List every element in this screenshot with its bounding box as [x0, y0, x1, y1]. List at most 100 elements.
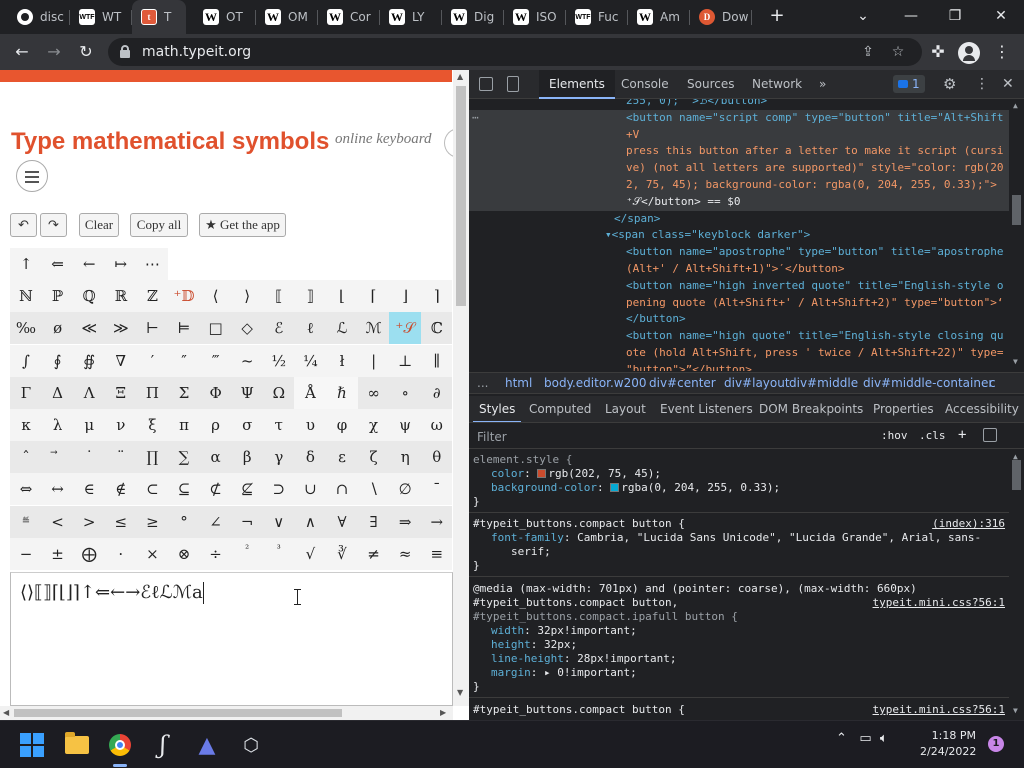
breadcrumb-item[interactable]: body.editor.w200 [544, 373, 647, 393]
breadcrumb-item[interactable]: div#center [649, 373, 716, 393]
css-value[interactable]: rgba(0, 204, 255, 0.33); [621, 481, 780, 494]
symbol-key[interactable]: ≤ [105, 506, 137, 538]
browser-tab[interactable]: disc [8, 0, 70, 34]
symbol-key[interactable]: ¯ [421, 473, 452, 505]
css-prop[interactable]: font-family [491, 531, 564, 544]
symbol-key[interactable]: Δ [42, 377, 74, 409]
profile-avatar[interactable] [958, 42, 980, 64]
breadcrumb-item[interactable]: div#middle [789, 373, 858, 393]
dom-node-line[interactable]: <button name="script comp" type="button"… [469, 109, 1009, 127]
symbol-key[interactable]: ⇒ [389, 506, 421, 538]
symbol-key[interactable]: γ [263, 441, 295, 473]
elements-scroll-thumb[interactable] [1012, 195, 1021, 225]
share-icon[interactable]: ⇪ [858, 42, 878, 62]
symbol-key[interactable]: ℙ [42, 280, 74, 312]
symbol-key[interactable]: ⊂ [136, 473, 168, 505]
symbol-key[interactable]: δ [294, 441, 326, 473]
scroll-down-arrow-icon[interactable]: ▼ [457, 688, 463, 697]
scroll-down-arrow-icon[interactable]: ▼ [1013, 706, 1018, 715]
symbol-key[interactable]: Φ [200, 377, 232, 409]
file-explorer-button[interactable] [61, 729, 93, 761]
symbol-key[interactable]: ⟩ [231, 280, 263, 312]
symbol-key[interactable]: ø [42, 312, 74, 344]
symbol-key[interactable]: μ [73, 409, 105, 441]
symbol-key[interactable]: ⟧ [294, 280, 326, 312]
dom-node-line[interactable]: 2, 75, 45); background-color: rgba(0, 20… [469, 177, 1009, 194]
symbol-key[interactable]: ‴ [200, 345, 232, 377]
dom-node-line[interactable]: ⁺𝒮</button> == $0 [469, 193, 1009, 211]
symbol-key[interactable]: ℂ [421, 312, 452, 344]
scroll-right-arrow-icon[interactable]: ▶ [440, 708, 446, 717]
symbol-key[interactable]: ρ [200, 409, 232, 441]
issues-badge[interactable]: 1 [893, 75, 925, 93]
dom-node-line[interactable]: pening quote (Alt+Shift+' / Alt+Shift+2)… [469, 295, 1009, 312]
scroll-left-arrow-icon[interactable]: ◀ [3, 708, 9, 717]
css-prop[interactable]: line-height [491, 652, 564, 665]
clock[interactable]: 1:18 PM 2/24/2022 [920, 728, 976, 760]
symbol-key[interactable]: ⇐ [42, 248, 74, 280]
symbol-key[interactable]: κ [10, 409, 42, 441]
symbol-key[interactable]: β [231, 441, 263, 473]
symbol-key[interactable]: ⊗ [168, 538, 200, 570]
symbol-key[interactable]: ∠ [200, 506, 232, 538]
dom-node-line[interactable]: ote (hold Alt+Shift, press ' twice / Alt… [469, 345, 1009, 362]
dom-node-line[interactable]: </button> [469, 311, 1009, 328]
browser-menu-icon[interactable]: ⋮ [990, 40, 1014, 64]
symbol-key[interactable]: ² [231, 538, 263, 570]
tab-console[interactable]: Console [621, 70, 669, 99]
cls-toggle[interactable]: .cls [919, 429, 946, 442]
css-prop[interactable]: margin [491, 666, 531, 679]
start-button[interactable] [16, 729, 48, 761]
styles-subtab[interactable]: Layout [605, 396, 646, 422]
symbol-key[interactable]: ∖ [358, 473, 390, 505]
symbol-key[interactable]: ⃗ [42, 441, 74, 473]
source-link[interactable]: typeit.mini.css?56:1 [873, 703, 1005, 716]
breadcrumb-item[interactable]: div#layout [724, 373, 790, 393]
symbol-key[interactable]: ≡ [421, 538, 452, 570]
devtools-menu-icon[interactable]: ⋮ [975, 70, 989, 99]
symbol-key[interactable]: ∃ [358, 506, 390, 538]
symbol-key[interactable]: ξ [136, 409, 168, 441]
integral-app-icon[interactable]: ʃ [147, 729, 179, 761]
elements-tree[interactable]: 255, 0); ">ℬ</button> <button name="scrip… [469, 99, 1024, 371]
dom-node-line[interactable]: "button">”</button> [469, 362, 1009, 371]
tab-elements[interactable]: Elements [539, 70, 615, 99]
css-prop[interactable]: color [491, 467, 524, 480]
browser-tab[interactable]: W Am [628, 0, 690, 34]
css-value[interactable]: ▸ 0!important; [544, 666, 637, 679]
symbol-key[interactable]: ∩ [326, 473, 358, 505]
redo-button[interactable]: ↷ [40, 213, 67, 237]
close-devtools-icon[interactable]: ✕ [1002, 70, 1014, 99]
math-text-area[interactable]: ⟨⟩⟦⟧⌈⌊⌋⌉↑⇐←→ℰℓℒℳa [10, 572, 453, 706]
symbol-key[interactable]: τ [263, 409, 295, 441]
dom-node-line[interactable]: <button name="high inverted quote" title… [469, 278, 1009, 295]
css-value[interactable]: Cambria, "Lucida Sans Unicode", "Lucida … [577, 531, 981, 544]
symbol-key[interactable]: ∀ [326, 506, 358, 538]
styles-scroll-thumb[interactable] [1012, 460, 1021, 490]
dom-node-line[interactable]: </span> [469, 211, 1009, 228]
symbol-key[interactable]: ∪ [294, 473, 326, 505]
symbol-key[interactable]: ∑ [168, 441, 200, 473]
symbol-key[interactable]: ∧ [294, 506, 326, 538]
symbol-key[interactable]: | [358, 345, 390, 377]
volume-icon[interactable]: 🔈︎ [880, 731, 888, 746]
symbol-key[interactable]: ⌉ [421, 280, 452, 312]
symbol-key[interactable]: ← [73, 248, 105, 280]
breadcrumb-item[interactable]: html [505, 373, 532, 393]
symbol-key[interactable]: ⇔ [10, 473, 42, 505]
symbol-key[interactable]: ⊢ [136, 312, 168, 344]
css-value[interactable]: 32px; [544, 638, 577, 651]
get-app-button[interactable]: ★ Get the app [199, 213, 286, 237]
symbol-key[interactable]: Ω [263, 377, 295, 409]
tab-network[interactable]: Network [752, 70, 802, 99]
symbol-key[interactable]: ˙ [73, 441, 105, 473]
undo-button[interactable]: ↶ [10, 213, 37, 237]
browser-tab[interactable]: W Dig [442, 0, 504, 34]
symbol-key[interactable]: Λ [73, 377, 105, 409]
new-rule-button[interactable]: + [958, 427, 966, 443]
copy-all-button[interactable]: Copy all [130, 213, 188, 237]
symbol-key[interactable]: ∘ [389, 377, 421, 409]
symbol-key[interactable]: ¨ [105, 441, 137, 473]
browser-tab[interactable]: W OM [256, 0, 318, 34]
symbol-key[interactable]: ″ [168, 345, 200, 377]
